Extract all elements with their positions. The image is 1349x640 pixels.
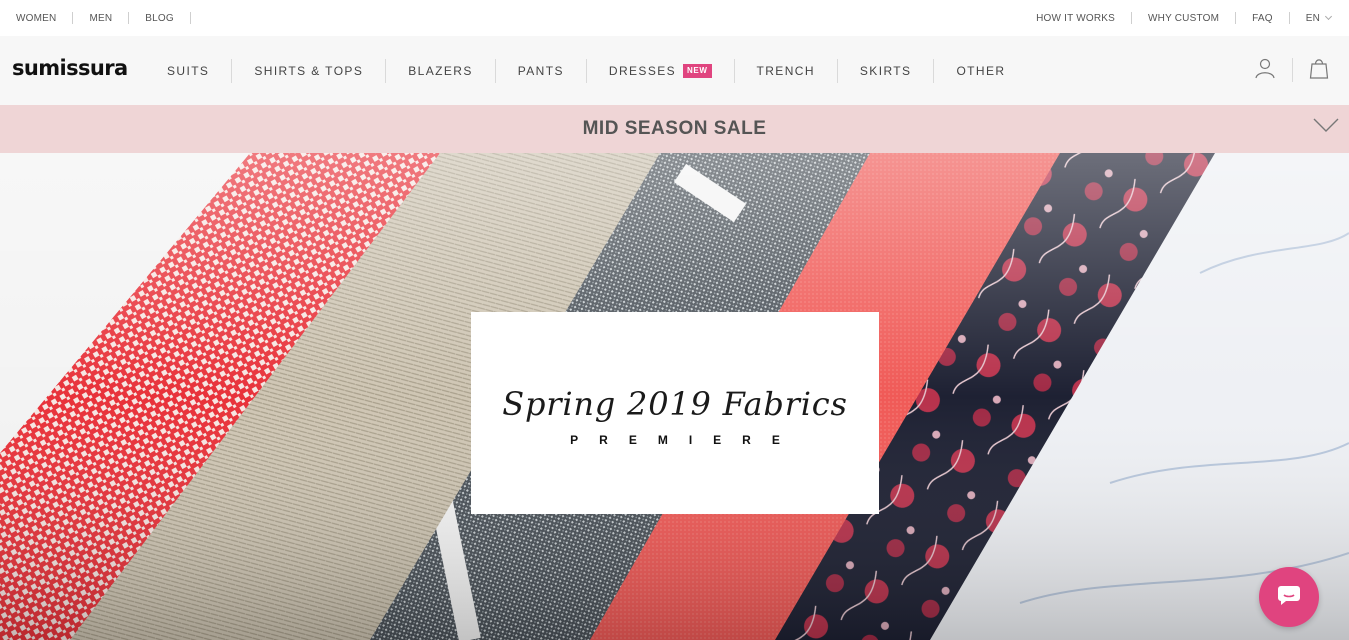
language-label: EN	[1305, 12, 1320, 24]
nav-item-pants[interactable]: PANTS	[496, 58, 587, 83]
nav-item-dresses[interactable]: DRESSES NEW	[587, 58, 735, 83]
nav-item-suits[interactable]: SUITS	[145, 58, 233, 83]
nav-item-trench[interactable]: TRENCH	[735, 58, 838, 83]
nav-item-label: SUITS	[167, 63, 210, 78]
shopping-bag-icon[interactable]	[1309, 57, 1329, 84]
utility-link-men[interactable]: MEN	[89, 11, 112, 25]
nav-item-shirts-tops[interactable]: SHIRTS & TOPS	[232, 58, 387, 83]
divider	[72, 12, 74, 24]
utility-link-why-custom[interactable]: WHY CUSTOM	[1148, 11, 1219, 25]
hero-banner[interactable]: Spring 2019 Fabrics PREMIERE	[0, 153, 1349, 640]
utility-bar: WOMEN MEN BLOG HOW IT WORKS WHY CUSTOM F…	[0, 0, 1349, 36]
divider	[1131, 12, 1133, 24]
nav-item-skirts[interactable]: SKIRTS	[838, 58, 935, 83]
nav-item-blazers[interactable]: BLAZERS	[386, 58, 496, 83]
divider	[128, 12, 130, 24]
utility-link-women[interactable]: WOMEN	[16, 11, 56, 25]
utility-link-blog[interactable]: BLOG	[145, 11, 174, 25]
account-icons	[1254, 56, 1329, 84]
nav-item-other[interactable]: OTHER	[934, 59, 1027, 83]
user-icon[interactable]	[1254, 57, 1276, 84]
nav-item-label: DRESSES	[608, 63, 677, 78]
hero-card[interactable]: Spring 2019 Fabrics PREMIERE	[471, 312, 879, 514]
utility-left-links: WOMEN MEN BLOG	[16, 0, 207, 36]
nav-item-label: PANTS	[517, 63, 564, 78]
new-badge: NEW	[683, 63, 712, 78]
divider	[189, 12, 191, 24]
chevron-down-icon[interactable]	[1313, 117, 1339, 138]
sale-banner[interactable]: MID SEASON SALE	[0, 105, 1349, 153]
hero-title: Spring 2019 Fabrics	[502, 385, 848, 423]
chat-button[interactable]	[1259, 567, 1319, 627]
nav-item-label: OTHER	[956, 63, 1006, 78]
utility-right-links: HOW IT WORKS WHY CUSTOM FAQ EN	[1036, 0, 1333, 36]
chevron-down-icon	[1324, 12, 1333, 21]
nav-item-label: BLAZERS	[408, 63, 473, 78]
utility-link-faq[interactable]: FAQ	[1252, 11, 1273, 25]
hero-subtitle: PREMIERE	[570, 433, 801, 447]
category-menu: SUITS SHIRTS & TOPS BLAZERS PANTS DRESSE…	[145, 36, 1027, 105]
nav-item-label: SKIRTS	[859, 63, 912, 78]
divider	[1288, 12, 1290, 24]
sale-banner-text: MID SEASON SALE	[582, 118, 767, 139]
nav-item-label: TRENCH	[756, 63, 815, 78]
utility-link-how-it-works[interactable]: HOW IT WORKS	[1036, 11, 1115, 25]
nav-item-label: SHIRTS & TOPS	[254, 63, 364, 78]
divider	[1292, 58, 1293, 82]
language-selector[interactable]: EN	[1305, 11, 1333, 25]
main-navigation: sumissura SUITS SHIRTS & TOPS BLAZERS PA…	[0, 36, 1349, 105]
divider	[1235, 12, 1237, 24]
chat-bubble-icon	[1277, 584, 1301, 611]
brand-logo[interactable]: sumissura	[12, 56, 128, 80]
